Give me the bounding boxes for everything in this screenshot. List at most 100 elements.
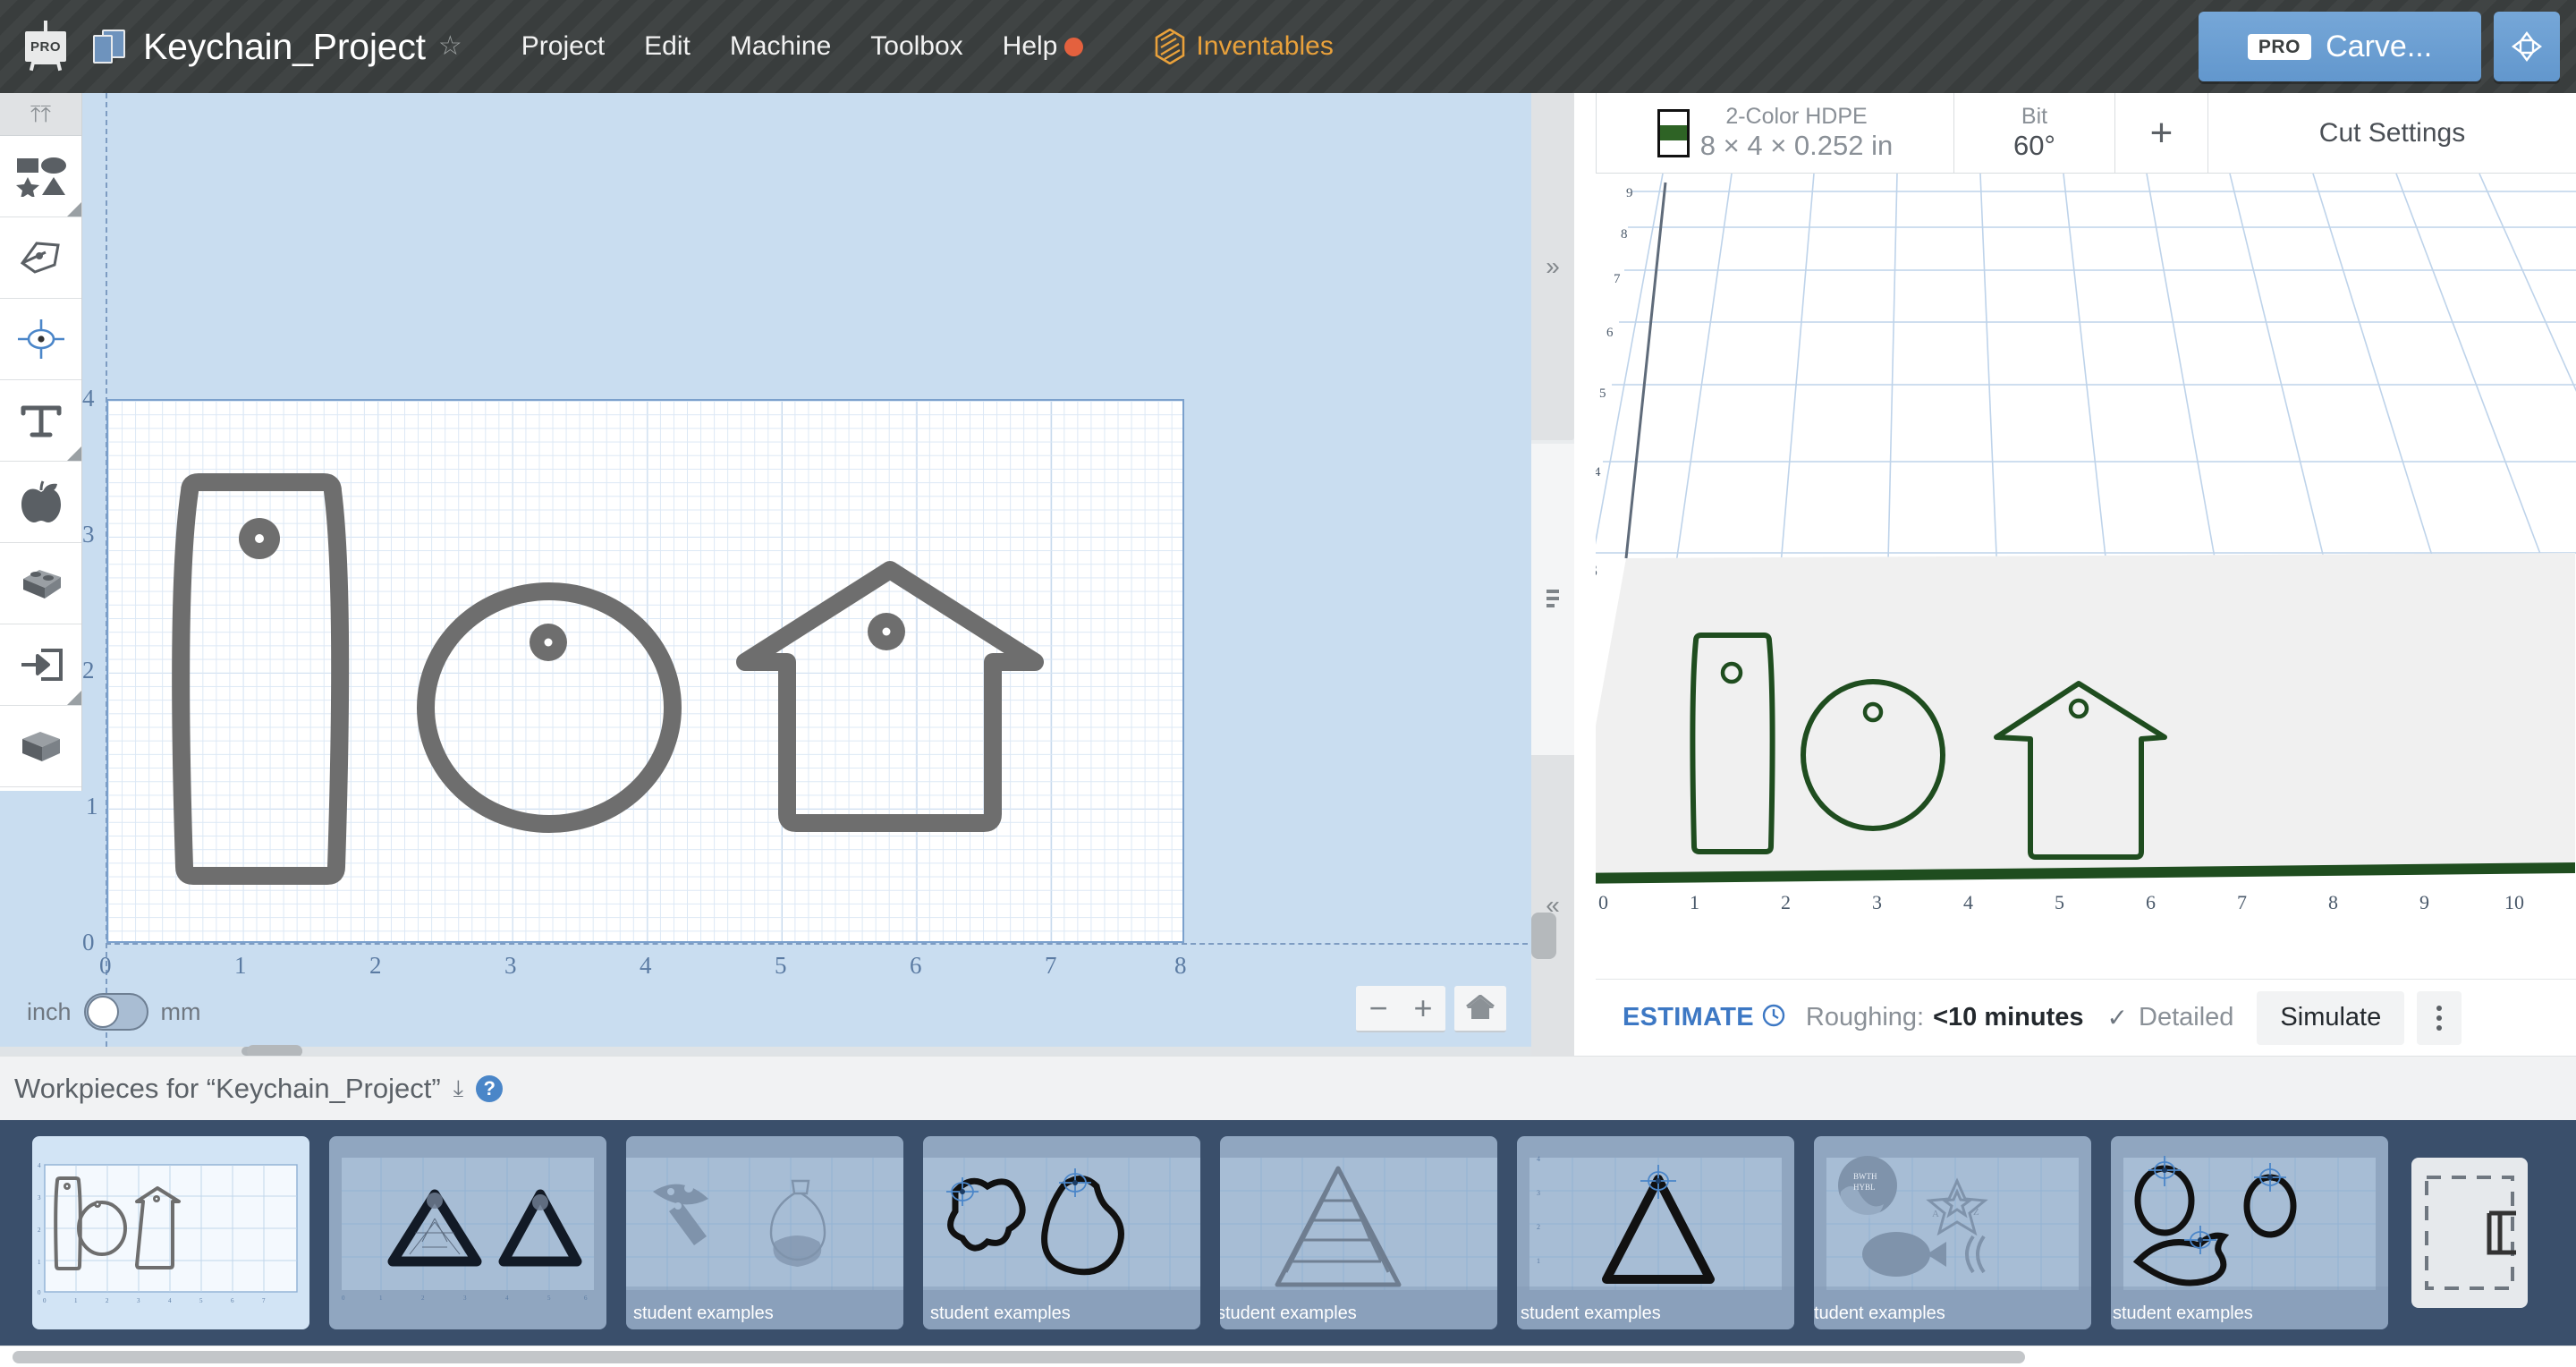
- shapes-icon: [15, 157, 66, 197]
- estimate-label[interactable]: ESTIMATE: [1623, 1003, 1754, 1032]
- x-tick-6: 6: [910, 952, 922, 979]
- svg-text:2: 2: [421, 1295, 425, 1302]
- canvas-guide-horizontal: [106, 943, 1528, 945]
- roughing-value: <10 minutes: [1933, 1003, 2084, 1032]
- svg-text:3: 3: [137, 1297, 140, 1304]
- zoom-in-button[interactable]: +: [1401, 992, 1445, 1024]
- x-tick-0: 0: [99, 952, 112, 979]
- svg-text:student examples: student examples: [2113, 1303, 2253, 1323]
- favorite-star-icon[interactable]: ☆: [438, 33, 462, 60]
- sidebar-item-pen[interactable]: [0, 217, 81, 299]
- expand-preview-button[interactable]: »: [1531, 93, 1574, 440]
- estimate-bar: ESTIMATE Roughing: <10 minutes ✓ Detaile…: [1596, 979, 2576, 1056]
- workpieces-strip[interactable]: 432 10 012 345 67 0 1 2 3 4 5 6 student …: [0, 1120, 2576, 1346]
- workpiece-tile-4[interactable]: student examples student examples: [923, 1136, 1200, 1329]
- svg-text:5: 5: [1599, 386, 1606, 401]
- zoom-out-button[interactable]: −: [1356, 992, 1401, 1024]
- sidebar-item-shapes[interactable]: [0, 136, 81, 217]
- workpiece-tile-7[interactable]: BWTH HYBL A Z student examples: [1814, 1136, 2091, 1329]
- collapse-preview-button[interactable]: «: [1531, 755, 1574, 1056]
- units-toggle-track[interactable]: [83, 993, 148, 1031]
- zoom-home-button[interactable]: [1454, 986, 1506, 1032]
- pen-nib-icon: [20, 242, 60, 274]
- import-arrow-icon: [21, 649, 63, 681]
- more-options-button[interactable]: [2417, 990, 2462, 1045]
- units-toggle[interactable]: inch mm: [27, 993, 201, 1031]
- help-icon[interactable]: ?: [476, 1074, 504, 1102]
- menu-item-machine[interactable]: Machine: [730, 31, 831, 62]
- svg-text:student examples: student examples: [1814, 1303, 1945, 1323]
- sidebar-item-import[interactable]: [0, 624, 81, 706]
- work-area-grid[interactable]: [106, 399, 1184, 943]
- svg-text:2: 2: [1781, 891, 1791, 913]
- workpiece-tile-3[interactable]: student examples student examples: [626, 1136, 903, 1329]
- workpiece-tile-6[interactable]: 4 3 2 1 student examples student examples: [1517, 1136, 1794, 1329]
- svg-text:A: A: [1932, 1209, 1939, 1219]
- divider-rail: [1574, 93, 1596, 1056]
- sidebar-item-apps[interactable]: [0, 462, 81, 543]
- page-title[interactable]: Keychain_Project: [143, 26, 426, 68]
- sidebar-item-text[interactable]: [0, 380, 81, 462]
- workpiece-thumb-blob-pair: student examples: [923, 1158, 1200, 1329]
- divider-drag-pill[interactable]: [1531, 913, 1556, 959]
- menu-item-project[interactable]: Project: [521, 31, 605, 62]
- workpiece-tile-2[interactable]: 0 1 2 3 4 5 6: [329, 1136, 606, 1329]
- carve-button[interactable]: PRO Carve...: [2199, 12, 2481, 81]
- svg-text:3: 3: [1596, 561, 1597, 581]
- text-T-icon: [21, 405, 61, 437]
- svg-text:1: 1: [1537, 1257, 1540, 1265]
- menu-item-edit[interactable]: Edit: [644, 31, 691, 62]
- workpieces-title: Workpieces for “Keychain_Project”: [14, 1072, 441, 1104]
- svg-text:BWTH: BWTH: [1853, 1172, 1877, 1181]
- menu-item-help[interactable]: Help: [1003, 31, 1058, 62]
- svg-text:HYBL: HYBL: [1853, 1183, 1876, 1192]
- bottom-horizontal-scrollbar[interactable]: [0, 1346, 2576, 1367]
- sidebar-collapse-button[interactable]: ⤒⤒: [0, 93, 81, 136]
- menu-item-toolbox[interactable]: Toolbox: [870, 31, 962, 62]
- units-toggle-knob[interactable]: [86, 996, 119, 1028]
- sidebar-item-origin[interactable]: [0, 299, 81, 380]
- material-selector[interactable]: 2-Color HDPE 8 × 4 × 0.252 in: [1596, 93, 1953, 174]
- bottom-scroll-thumb[interactable]: [13, 1351, 2025, 1363]
- jog-pad-button[interactable]: [2494, 12, 2560, 81]
- y-tick-3: 3: [82, 521, 95, 548]
- workpiece-thumb-wolf-star-fish: BWTH HYBL A Z student examples: [1814, 1156, 2091, 1329]
- simulate-button[interactable]: Simulate: [2257, 990, 2405, 1045]
- clock-icon[interactable]: [1761, 1003, 1786, 1032]
- workpiece-thumb-keychain-trio: 4 3 2 1 0 0 1 2 3 4 5 6 7: [38, 1162, 298, 1304]
- project-document-icon[interactable]: [91, 28, 129, 65]
- crosshair-target-icon: [17, 319, 64, 359]
- bit-selector[interactable]: Bit 60°: [1953, 93, 2114, 174]
- svg-text:4: 4: [1596, 465, 1601, 480]
- 3d-box-icon: [21, 732, 60, 761]
- bit-label: Bit: [2021, 104, 2048, 129]
- three-d-preview[interactable]: 0 1 2 3 4 5 6 7 8 9 10 9 8 7 6 5 4 3 2: [1596, 174, 2576, 979]
- svg-text:2: 2: [38, 1227, 41, 1234]
- workpiece-tile-5[interactable]: student examples student examples: [1220, 1136, 1497, 1329]
- cut-settings-button[interactable]: Cut Settings: [2207, 93, 2576, 174]
- svg-text:1: 1: [74, 1297, 78, 1304]
- workpiece-thumb-triangle-lattice: student examples: [1220, 1158, 1497, 1329]
- sidebar-item-3d[interactable]: [0, 706, 81, 787]
- canvas-horizontal-scrollbar[interactable]: [0, 1047, 1531, 1056]
- preview-pane: 2-Color HDPE 8 × 4 × 0.252 in Bit 60° + …: [1596, 93, 2576, 1056]
- workpiece-tile-8[interactable]: student examples student examples: [2111, 1136, 2388, 1329]
- header-actions: PRO Carve...: [2199, 12, 2560, 81]
- pro-easel-logo-icon[interactable]: PRO: [20, 21, 72, 72]
- svg-text:9: 9: [1626, 186, 1633, 200]
- detail-level-label[interactable]: Detailed: [2139, 1003, 2233, 1032]
- add-bit-button[interactable]: +: [2114, 93, 2207, 174]
- sidebar-item-lego[interactable]: [0, 543, 81, 624]
- chevron-double-down-icon[interactable]: ⤓: [453, 1074, 464, 1103]
- workpiece-tile-1[interactable]: 4 3 2 1 0 0 1 2 3 4 5 6 7: [32, 1136, 309, 1329]
- pane-resize-handle[interactable]: [1531, 444, 1574, 755]
- svg-text:0: 0: [38, 1289, 41, 1296]
- svg-text:1: 1: [38, 1259, 41, 1266]
- x-tick-2: 2: [369, 952, 382, 979]
- svg-text:4: 4: [1963, 891, 1973, 913]
- inventables-link[interactable]: Inventables: [1155, 29, 1334, 64]
- design-canvas[interactable]: 4 3 2 1 0 0 1 2 3 4 5 6 7 8 inch mm − +: [0, 93, 1531, 1056]
- svg-text:1: 1: [1690, 891, 1699, 913]
- inventables-label: Inventables: [1196, 31, 1334, 61]
- add-workpiece-button[interactable]: [2411, 1158, 2528, 1308]
